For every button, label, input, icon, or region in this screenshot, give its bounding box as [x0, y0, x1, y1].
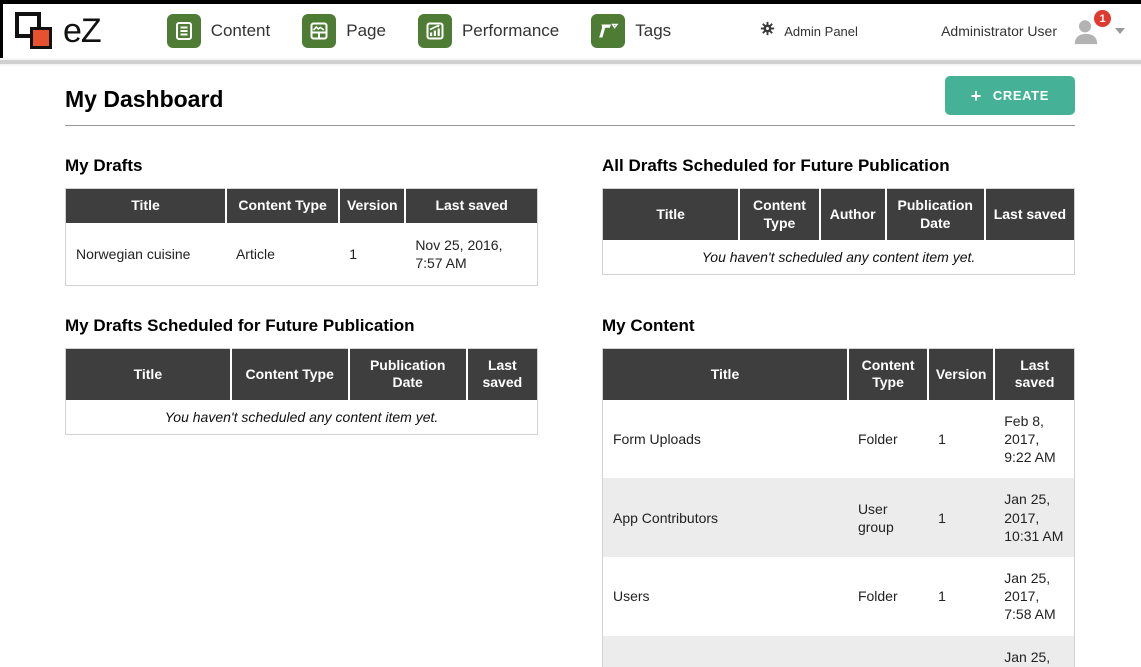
column-header: Last saved [467, 348, 538, 400]
my-drafts-table: TitleContent TypeVersionLast savedNorweg… [65, 188, 538, 286]
section-title: My Content [602, 316, 1075, 336]
section-my-drafts-scheduled: My Drafts Scheduled for Future Publicati… [65, 316, 538, 435]
table-cell: Norwegian cuisine [66, 223, 226, 286]
column-header: Last saved [994, 348, 1074, 400]
nav-item-content[interactable]: Content [167, 14, 271, 48]
section-my-content: My Content TitleContent TypeVersionLast … [602, 316, 1075, 667]
nav-item-page[interactable]: Page [302, 14, 386, 48]
table-cell: Users [603, 557, 848, 636]
create-button-label: CREATE [993, 88, 1049, 103]
nav-item-tags[interactable]: Tags [591, 14, 671, 48]
column-header: Content Type [231, 348, 349, 400]
column-header: Version [928, 348, 994, 400]
table-row[interactable]: AppFolder1Jan 25, 2017, 7:55 AM [603, 636, 1075, 667]
empty-row: You haven't scheduled any content item y… [603, 240, 1075, 275]
table-cell: 1 [928, 636, 994, 667]
column-header: Title [66, 189, 226, 223]
avatar: 1 [1071, 16, 1103, 46]
column-header: Content Type [226, 189, 339, 223]
section-title: My Drafts Scheduled for Future Publicati… [65, 316, 538, 336]
column-header: Author [820, 189, 886, 241]
notification-badge: 1 [1094, 10, 1111, 27]
table-cell: Jan 25, 2017, 10:31 AM [994, 478, 1074, 557]
table-cell: User group [848, 478, 928, 557]
column-header: Title [603, 189, 740, 241]
table-cell: 1 [928, 557, 994, 636]
table-cell: Folder [848, 557, 928, 636]
section-all-drafts-scheduled: All Drafts Scheduled for Future Publicat… [602, 156, 1075, 275]
table-cell: Article [226, 223, 339, 286]
all-drafts-scheduled-table: TitleContent TypeAuthorPublication DateL… [602, 188, 1075, 275]
table-cell: App Contributors [603, 478, 848, 557]
plus-icon: + [971, 90, 982, 102]
admin-panel-label: Admin Panel [784, 24, 858, 39]
nav-label: Performance [462, 21, 559, 41]
logo-orange-square [30, 27, 52, 49]
table-cell: Folder [848, 636, 928, 667]
content-icon [167, 14, 201, 48]
nav-label: Content [211, 21, 271, 41]
column-header: Content Type [739, 189, 819, 241]
performance-icon [418, 14, 452, 48]
user-name: Administrator User [941, 23, 1057, 39]
gear-icon [759, 20, 776, 42]
table-cell: Jan 25, 2017, 7:55 AM [994, 636, 1074, 667]
chevron-down-icon [1115, 28, 1125, 34]
logo-text: eZ [63, 12, 101, 51]
table-cell: 1 [928, 400, 994, 479]
table-row[interactable]: App ContributorsUser group1Jan 25, 2017,… [603, 478, 1075, 557]
nav-label: Tags [635, 21, 671, 41]
top-bar: eZ Content Page [0, 4, 1141, 58]
admin-panel-link[interactable]: Admin Panel [759, 20, 858, 42]
empty-message: You haven't scheduled any content item y… [603, 240, 1075, 275]
column-header: Publication Date [349, 348, 467, 400]
column-header: Title [66, 348, 231, 400]
section-title: All Drafts Scheduled for Future Publicat… [602, 156, 1075, 176]
header-divider [0, 58, 1141, 66]
main-content: My Dashboard + CREATE My Drafts TitleCon… [0, 66, 1141, 667]
column-header: Last saved [985, 189, 1075, 241]
nav-item-performance[interactable]: Performance [418, 14, 559, 48]
page-title: My Dashboard [65, 86, 223, 113]
column-header: Last saved [405, 189, 537, 223]
table-cell: 1 [339, 223, 405, 286]
section-my-drafts: My Drafts TitleContent TypeVersionLast s… [65, 156, 538, 286]
table-row[interactable]: UsersFolder1Jan 25, 2017, 7:58 AM [603, 557, 1075, 636]
my-drafts-scheduled-table: TitleContent TypePublication DateLast sa… [65, 348, 538, 435]
title-row: My Dashboard + CREATE [65, 84, 1075, 126]
table-cell: 1 [928, 478, 994, 557]
table-row[interactable]: Form UploadsFolder1Feb 8, 2017, 9:22 AM [603, 400, 1075, 479]
empty-message: You haven't scheduled any content item y… [66, 400, 538, 435]
table-cell: App [603, 636, 848, 667]
app-logo[interactable]: eZ [13, 10, 101, 52]
column-header: Publication Date [886, 189, 985, 241]
page-icon [302, 14, 336, 48]
column-header: Version [339, 189, 405, 223]
user-menu[interactable]: Administrator User 1 [941, 16, 1125, 46]
table-cell: Folder [848, 400, 928, 479]
ez-logo-icon [13, 10, 55, 52]
column-header: Title [603, 348, 848, 400]
column-header: Content Type [848, 348, 928, 400]
table-cell: Nov 25, 2016, 7:57 AM [405, 223, 537, 286]
nav-label: Page [346, 21, 386, 41]
table-cell: Feb 8, 2017, 9:22 AM [994, 400, 1074, 479]
my-content-table: TitleContent TypeVersionLast savedForm U… [602, 348, 1075, 667]
table-row[interactable]: Norwegian cuisineArticle1Nov 25, 2016, 7… [66, 223, 538, 286]
create-button[interactable]: + CREATE [945, 76, 1075, 115]
section-title: My Drafts [65, 156, 538, 176]
dashboard-sections: My Drafts TitleContent TypeVersionLast s… [65, 156, 1075, 667]
empty-row: You haven't scheduled any content item y… [66, 400, 538, 435]
table-cell: Form Uploads [603, 400, 848, 479]
table-cell: Jan 25, 2017, 7:58 AM [994, 557, 1074, 636]
tags-icon [591, 14, 625, 48]
